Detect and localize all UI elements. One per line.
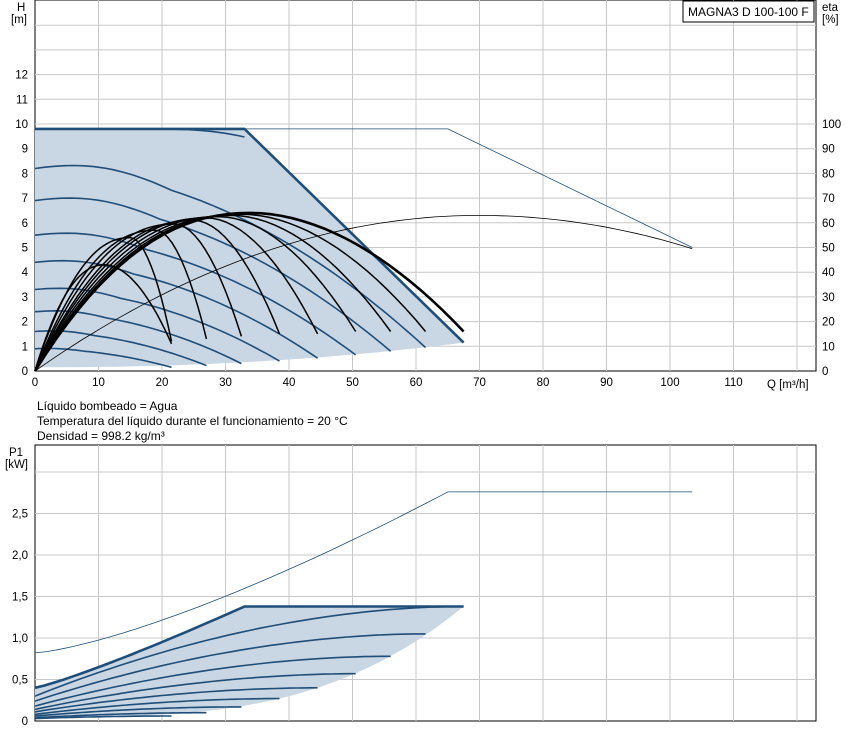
power-axis-ticks: 0 0,5 1,0 1,5 2,0 2,5: [12, 509, 28, 729]
y-tick-label: 10: [15, 119, 28, 131]
note-temperature: Temperatura del líquido durante el funci…: [37, 414, 348, 428]
x-tick-label: 100: [660, 377, 679, 389]
y-tick-label: 6: [22, 218, 28, 230]
y-tick-label: 4: [22, 267, 29, 279]
p1-tick-label: 1,5: [12, 592, 28, 604]
y2-tick-label: 30: [822, 292, 835, 304]
y-axis-label-h: H: [17, 2, 25, 14]
y2-tick-label: 50: [822, 243, 835, 255]
y2-tick-label: 0: [822, 366, 828, 378]
note-density: Densidad = 998.2 kg/m³: [37, 429, 165, 443]
note-fluid: Líquido bombeado = Agua: [37, 399, 178, 413]
x-tick-label: 110: [724, 377, 742, 389]
y2-tick-label: 60: [822, 218, 835, 230]
y-axis-unit-p1: [kW]: [5, 459, 28, 471]
y2-axis-unit-eta: [%]: [822, 14, 839, 26]
y2-tick-label: 80: [822, 168, 835, 180]
x-tick-label: 50: [346, 377, 359, 389]
model-label: MAGNA3 D 100-100 F: [688, 5, 809, 19]
y-tick-label: 8: [22, 168, 28, 180]
y-tick-label: 5: [22, 243, 28, 255]
x-tick-label: 20: [156, 377, 169, 389]
y2-tick-label: 100: [822, 119, 841, 131]
y2-tick-label: 10: [822, 341, 835, 353]
x-axis-label-q: Q [m³/h]: [767, 379, 809, 391]
y2-tick-label: 40: [822, 267, 835, 279]
x-tick-label: 90: [600, 377, 613, 389]
x-tick-label: 30: [219, 377, 232, 389]
y-tick-label: 12: [15, 70, 28, 82]
y-tick-label: 3: [22, 292, 28, 304]
y-tick-label: 11: [16, 94, 28, 106]
x-tick-label: 40: [283, 377, 296, 389]
y2-tick-label: 20: [822, 317, 835, 329]
x-tick-label: 80: [537, 377, 550, 389]
p1-tick-label: 1,0: [12, 633, 28, 645]
p1-tick-label: 0: [22, 716, 28, 728]
y2-axis-label-eta: eta: [822, 2, 839, 14]
x-tick-label: 10: [92, 377, 105, 389]
y-tick-label: 1: [22, 341, 28, 353]
p1-tick-label: 2,5: [12, 509, 28, 521]
x-tick-label: 0: [32, 377, 38, 389]
y-axis-label-p1: P1: [9, 447, 23, 459]
pump-curve-chart: 0 10 20 30 40 50 60 70 80 90 100 110012345678910111…: [5, 0, 841, 729]
y-tick-label: 0: [22, 366, 28, 378]
y-axis-unit-h: [m]: [11, 14, 27, 26]
p1-tick-label: 2,0: [12, 550, 28, 562]
x-tick-label: 60: [410, 377, 423, 389]
y-tick-label: 7: [22, 193, 28, 205]
y-tick-label: 9: [22, 144, 28, 156]
p1-tick-label: 0,5: [12, 675, 28, 687]
y2-tick-label: 90: [822, 144, 835, 156]
x-tick-label: 70: [473, 377, 486, 389]
y-tick-label: 2: [22, 317, 28, 329]
y2-tick-label: 70: [822, 193, 835, 205]
